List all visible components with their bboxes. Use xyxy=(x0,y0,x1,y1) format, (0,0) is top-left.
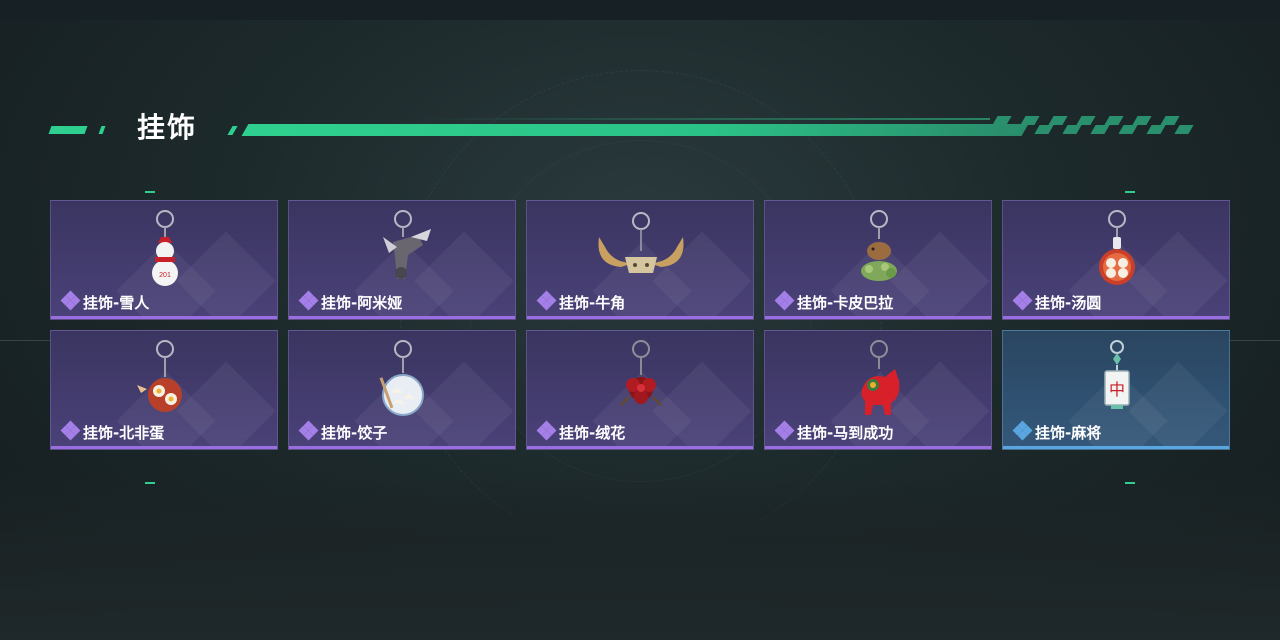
rarity-underline xyxy=(289,446,515,449)
charm-label: 挂饰-阿米娅 xyxy=(321,294,403,312)
top-band xyxy=(0,0,1280,20)
charm-label: 挂饰-雪人 xyxy=(83,294,150,312)
charm-card-mahjong[interactable]: 中 挂饰-麻将 xyxy=(1002,330,1230,450)
charm-card-bull-horn[interactable]: 挂饰-牛角 xyxy=(526,200,754,320)
rarity-icon xyxy=(1012,290,1033,311)
rarity-icon xyxy=(298,420,319,441)
grid-marker xyxy=(1125,482,1135,484)
horse-charm-icon xyxy=(861,340,900,415)
charm-card-capybara[interactable]: 挂饰-卡皮巴拉 xyxy=(764,200,992,320)
amiya-charm-icon xyxy=(383,210,431,279)
rarity-icon xyxy=(60,420,81,441)
left-side-line xyxy=(0,340,50,341)
rarity-icon xyxy=(536,290,557,311)
rarity-icon xyxy=(774,420,795,441)
grid-marker xyxy=(145,191,155,193)
header-checker-pattern xyxy=(992,116,1205,136)
rarity-icon xyxy=(1012,420,1033,441)
charm-card-tangyuan[interactable]: 挂饰-汤圆 xyxy=(1002,200,1230,320)
svg-text:201: 201 xyxy=(159,272,171,279)
header-bar xyxy=(241,124,1029,136)
header-dash xyxy=(48,126,88,134)
header-dash-small xyxy=(98,126,106,134)
charm-label: 挂饰-马到成功 xyxy=(797,424,894,442)
charm-card-horse[interactable]: 挂饰-马到成功 xyxy=(764,330,992,450)
capybara-charm-icon xyxy=(861,210,897,281)
right-side-line xyxy=(1230,340,1280,341)
charm-card-shakshuka[interactable]: 挂饰-北非蛋 xyxy=(50,330,278,450)
rarity-underline xyxy=(1003,316,1229,319)
charm-card-snowman[interactable]: 201 挂饰-雪人 xyxy=(50,200,278,320)
rarity-underline xyxy=(527,446,753,449)
rarity-icon xyxy=(60,290,81,311)
header-slash xyxy=(227,126,238,135)
charm-label: 挂饰-北非蛋 xyxy=(83,424,165,442)
charm-grid: 201 挂饰-雪人 挂饰-阿米娅 挂饰-牛角 挂饰-卡皮巴拉 挂饰-汤圆 挂饰-… xyxy=(50,200,1230,450)
rarity-underline xyxy=(527,316,753,319)
velvet-flower-charm-icon xyxy=(620,340,662,406)
bull-horn-charm-icon xyxy=(598,212,684,273)
svg-text:中: 中 xyxy=(1109,380,1125,399)
rarity-underline xyxy=(765,446,991,449)
grid-marker xyxy=(145,482,155,484)
rarity-underline xyxy=(1003,446,1229,449)
charm-card-dumpling[interactable]: 挂饰-饺子 xyxy=(288,330,516,450)
snowman-charm-icon: 201 xyxy=(152,210,178,286)
rarity-icon xyxy=(298,290,319,311)
dumpling-charm-icon xyxy=(379,340,424,416)
charm-label: 挂饰-麻将 xyxy=(1035,424,1102,442)
charm-card-velvet-flower[interactable]: 挂饰-绒花 xyxy=(526,330,754,450)
shakshuka-charm-icon xyxy=(137,340,182,412)
tangyuan-charm-icon xyxy=(1099,210,1135,285)
rarity-icon xyxy=(536,420,557,441)
charm-label: 挂饰-饺子 xyxy=(321,424,388,442)
rarity-icon xyxy=(774,290,795,311)
charm-label: 挂饰-绒花 xyxy=(559,424,626,442)
rarity-underline xyxy=(51,446,277,449)
mahjong-charm-icon: 中 xyxy=(1104,340,1130,409)
background-bottom-scene xyxy=(0,470,1280,640)
section-header: 挂饰 xyxy=(0,108,1280,148)
charm-label: 挂饰-牛角 xyxy=(559,294,626,312)
charm-label: 挂饰-汤圆 xyxy=(1035,294,1102,312)
rarity-underline xyxy=(51,316,277,319)
charm-card-amiya[interactable]: 挂饰-阿米娅 xyxy=(288,200,516,320)
grid-marker xyxy=(1125,191,1135,193)
section-title: 挂饰 xyxy=(137,111,198,144)
rarity-underline xyxy=(765,316,991,319)
charm-label: 挂饰-卡皮巴拉 xyxy=(797,294,894,312)
header-thin-line xyxy=(420,118,990,120)
rarity-underline xyxy=(289,316,515,319)
